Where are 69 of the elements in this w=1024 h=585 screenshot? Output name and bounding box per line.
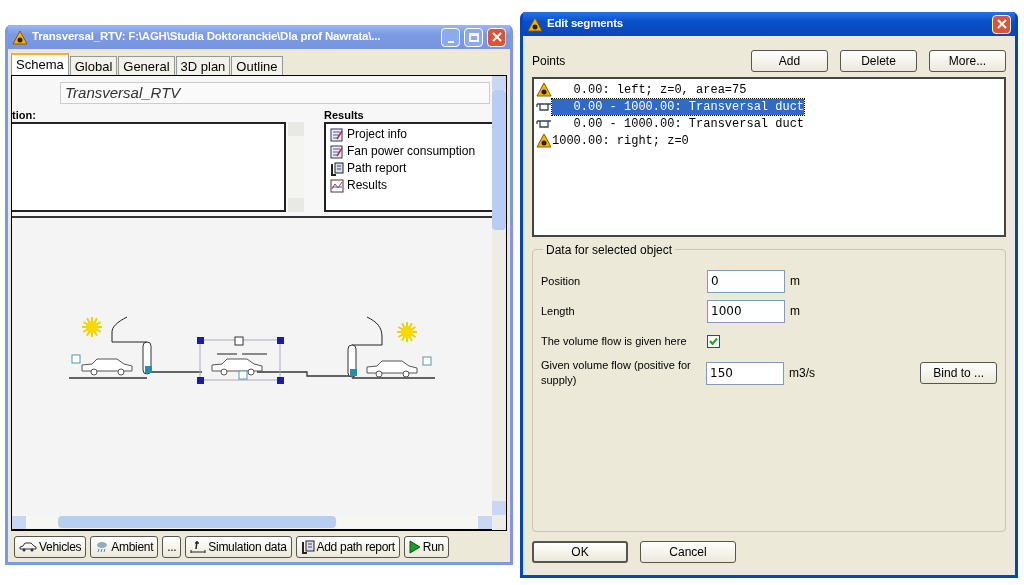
checkbox[interactable]	[707, 334, 720, 348]
app-icon	[527, 16, 543, 32]
description-field[interactable]	[12, 122, 286, 212]
bind-button[interactable]: Bind to ...	[920, 362, 997, 384]
result-item[interactable]: Fan power consumption	[330, 143, 492, 160]
toolbar-button[interactable]: Vehicles	[14, 536, 87, 558]
portal-icon	[536, 133, 552, 148]
point-item[interactable]: 0.00: left; z=0, area=75	[552, 81, 747, 98]
duct-icon	[536, 100, 552, 113]
point-item[interactable]: 0.00 - 1000.00: Transversal duct	[552, 98, 805, 115]
time-icon	[190, 540, 207, 554]
document-icon	[300, 540, 315, 554]
dialog-button[interactable]: More...	[929, 50, 1006, 72]
close-icon	[996, 19, 1007, 29]
points-label: Points	[532, 53, 567, 70]
minimize-button[interactable]	[441, 27, 460, 47]
chart-icon	[330, 178, 344, 193]
duct-icon	[536, 117, 552, 130]
results-heading: Results	[324, 108, 365, 122]
close-button[interactable]	[487, 27, 506, 47]
report-icon	[330, 127, 344, 142]
portal-icon	[536, 82, 552, 97]
close-icon	[491, 32, 502, 42]
result-item[interactable]: Project info	[330, 126, 492, 143]
tab[interactable]: Outline	[231, 56, 283, 75]
scroll-thumb[interactable]	[492, 90, 506, 230]
app-icon	[12, 29, 28, 45]
toolbar-button[interactable]: Add path report	[295, 536, 400, 558]
dialog-button[interactable]: OK	[532, 541, 628, 563]
window-title: Edit segments	[547, 16, 624, 32]
dialog-button[interactable]: Cancel	[640, 541, 736, 563]
field-label: Position	[541, 273, 582, 289]
tab[interactable]: Global	[69, 56, 118, 75]
check-icon	[709, 336, 718, 346]
document-icon	[330, 161, 344, 176]
point-item[interactable]: 0.00 - 1000.00: Transversal duct	[552, 115, 805, 132]
dialog-button[interactable]: Add	[751, 50, 828, 72]
field-label: Given volume flow (positive for supply)	[541, 358, 692, 388]
vertical-scrollbar[interactable]	[492, 76, 506, 530]
toolbar-button[interactable]: Simulation data	[185, 536, 292, 558]
description-label: tion:	[12, 108, 37, 122]
close-button[interactable]	[992, 14, 1011, 34]
project-name-field[interactable]: Transversal_RTV	[60, 82, 490, 104]
input-field[interactable]: 150	[706, 361, 785, 385]
report-icon	[330, 144, 344, 159]
unit-label: m	[790, 303, 801, 320]
play-icon	[408, 540, 421, 554]
window-title: Transversal_RTV: F:\AGH\Studia Doktoranckie\Dla prof Nawrata\...	[32, 29, 382, 45]
weather-icon	[95, 540, 110, 554]
toolbar-button[interactable]: ...	[162, 536, 182, 558]
tab[interactable]: General	[118, 56, 175, 75]
unit-label: m	[790, 273, 801, 290]
tab[interactable]: 3D plan	[175, 56, 231, 75]
scroll-thumb[interactable]	[58, 516, 336, 528]
dialog-button[interactable]: Delete	[840, 50, 917, 72]
car-icon	[19, 542, 37, 552]
toolbar-button[interactable]: Ambient	[90, 536, 159, 558]
field-label: Length	[541, 303, 576, 319]
input-field[interactable]: 0	[707, 269, 785, 293]
horizontal-scrollbar[interactable]	[12, 515, 492, 530]
input-field[interactable]: 1000	[707, 299, 785, 323]
point-item[interactable]: 1000.00: right; z=0	[552, 132, 689, 149]
toolbar-button[interactable]: Run	[403, 536, 449, 558]
unit-label: m3/s	[789, 365, 817, 382]
tab[interactable]: Schema	[11, 53, 69, 75]
result-item[interactable]: Path report	[330, 160, 492, 177]
result-item[interactable]: Results	[330, 177, 492, 194]
maximize-button[interactable]	[464, 27, 483, 47]
field-label: The volume flow is given here	[541, 333, 688, 349]
